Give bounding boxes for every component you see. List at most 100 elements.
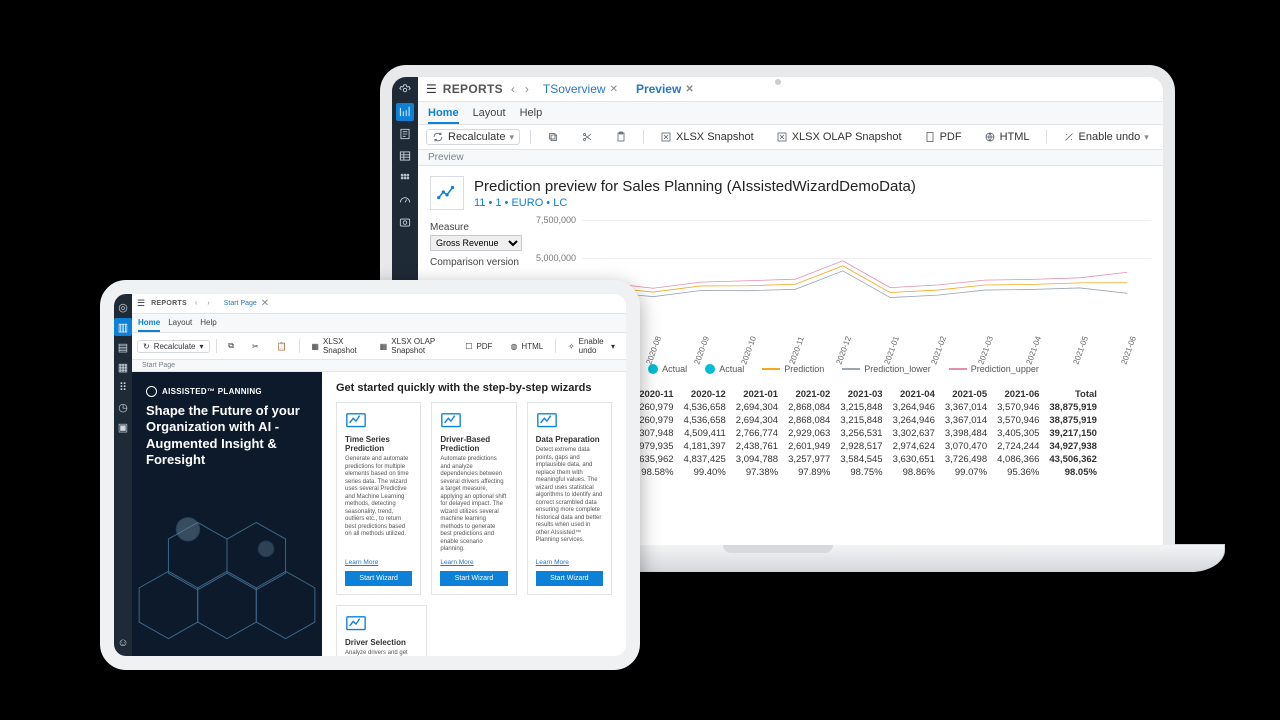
card-icon — [345, 411, 367, 429]
nav-next[interactable]: › — [205, 300, 211, 307]
close-icon[interactable]: ✕ — [261, 298, 269, 309]
data-table: 2020-102020-112020-122021-012021-022021-… — [574, 388, 1102, 479]
enable-undo-button[interactable]: Enable undo ▾ — [1057, 129, 1155, 145]
learn-more-link[interactable]: Learn More — [440, 559, 507, 566]
hero-panel: AISSISTED™ PLANNING Shape the Future of … — [132, 372, 322, 656]
menu-icon[interactable]: ☰ — [426, 82, 437, 96]
rail-icon-chart[interactable]: ▥ — [114, 318, 132, 336]
card-icon — [440, 411, 462, 429]
wizard-card: Data PreparationDetect extreme data poin… — [527, 402, 612, 595]
html-button[interactable]: ◍ HTML — [504, 340, 549, 353]
toolbar: ↻ Recalculate ▾ ⧉ ✂ 📋 ▦ XLSX Snapshot ▦ … — [132, 333, 626, 360]
enable-undo-button[interactable]: ✧ Enable undo ▾ — [562, 335, 621, 357]
hero-art — [132, 500, 322, 656]
xlsx-olap-button[interactable]: XLSX OLAP Snapshot — [770, 129, 908, 145]
measure-select[interactable]: Gross Revenue — [430, 235, 522, 251]
nav-next[interactable]: › — [523, 82, 531, 96]
menu-icon[interactable]: ☰ — [137, 298, 145, 309]
xlsx-icon — [660, 131, 672, 143]
table-row: 3,214,4923,307,9484,509,4112,766,7742,92… — [574, 427, 1102, 440]
cut-button[interactable] — [575, 129, 599, 145]
card-icon — [536, 411, 558, 429]
nav-prev[interactable]: ‹ — [193, 300, 199, 307]
sidebar-rail: ◎ ▥ ▤ ▦ ⠿ ◷ ▣ ☺ — [114, 294, 132, 656]
wand-icon — [1063, 131, 1075, 143]
nav-prev[interactable]: ‹ — [509, 82, 517, 96]
menu-help[interactable]: Help — [520, 104, 543, 124]
xlsx-snapshot-button[interactable]: ▦ XLSX Snapshot — [305, 335, 367, 357]
chart-line-icon — [430, 176, 464, 210]
rail-icon-chart[interactable] — [396, 103, 414, 121]
brand: AISSISTED™ PLANNING — [146, 386, 308, 397]
hero-headline: Shape the Future of your Organization wi… — [146, 403, 308, 468]
learn-more-link[interactable]: Learn More — [536, 559, 603, 566]
col-header: 2020-12 — [679, 388, 731, 401]
col-header: 2021-04 — [888, 388, 940, 401]
learn-more-link[interactable]: Learn More — [345, 559, 412, 566]
y-tick: 5,000,000 — [536, 253, 576, 263]
paste-button[interactable]: 📋 — [271, 340, 293, 353]
close-icon[interactable]: ✕ — [685, 84, 693, 95]
rail-icon-table[interactable]: ▦ — [114, 358, 132, 376]
titlebar: ☰ REPORTS ‹ › TSoverview✕ Preview✕ — [418, 77, 1163, 102]
pdf-icon — [924, 131, 936, 143]
recalculate-button[interactable]: ↻ Recalculate ▾ — [137, 340, 210, 353]
card-desc: Generate and automate predictions for mu… — [345, 456, 412, 554]
copy-button[interactable]: ⧉ — [222, 339, 240, 353]
xlsx-snapshot-button[interactable]: XLSX Snapshot — [654, 129, 760, 145]
toolbar: Recalculate ▾ XLSX Snapshot XLSX OLAP Sn… — [418, 125, 1163, 150]
menu-layout[interactable]: Layout — [473, 104, 506, 124]
recalculate-button[interactable]: Recalculate ▾ — [426, 129, 520, 145]
legend-item: Actual — [648, 364, 687, 374]
rail-icon-gauge[interactable]: ◷ — [114, 398, 132, 416]
col-header: 2021-03 — [835, 388, 887, 401]
col-header: 2021-06 — [992, 388, 1044, 401]
rail-icon-table[interactable] — [396, 147, 414, 165]
rail-icon-user[interactable]: ☺ — [114, 634, 132, 652]
rail-icon-settings[interactable]: ◎ — [114, 298, 132, 316]
cut-button[interactable]: ✂ — [246, 340, 265, 353]
brand-logo-icon — [146, 386, 157, 397]
tab-preview[interactable]: Preview✕ — [630, 80, 700, 98]
y-tick: 7,500,000 — [536, 215, 576, 225]
tab-tsoverview[interactable]: TSoverview✕ — [537, 80, 624, 98]
table-row: 98.36%98.58%99.40%97.38%97.89%98.75%98.8… — [574, 466, 1102, 479]
table-row: 2,886,4782,979,9354,181,3972,438,7612,60… — [574, 440, 1102, 453]
table-row: 3,542,5063,635,9624,837,4253,094,7883,25… — [574, 453, 1102, 466]
card-title: Time Series Prediction — [345, 435, 412, 453]
wizard-card: Driver-Based PredictionAutomate predicti… — [431, 402, 516, 595]
pdf-button[interactable]: PDF — [918, 129, 968, 145]
menu-help[interactable]: Help — [200, 315, 216, 332]
globe-icon — [984, 131, 996, 143]
menu-layout[interactable]: Layout — [168, 315, 192, 332]
copy-icon — [547, 131, 559, 143]
close-icon[interactable]: ✕ — [610, 84, 618, 95]
comparison-label: Comparison version — [430, 257, 522, 268]
menu-home[interactable]: Home — [138, 315, 160, 332]
col-header: 2021-05 — [940, 388, 992, 401]
rail-icon-grid[interactable] — [396, 169, 414, 187]
rail-icon-camera[interactable] — [396, 213, 414, 231]
menubar: Home Layout Help — [132, 314, 626, 333]
xlsx-olap-button[interactable]: ▦ XLSX OLAP Snapshot — [374, 335, 454, 357]
copy-button[interactable] — [541, 129, 565, 145]
paste-button[interactable] — [609, 129, 633, 145]
rail-icon-report[interactable]: ▤ — [114, 338, 132, 356]
pdf-button[interactable]: ☐ PDF — [459, 340, 498, 353]
rail-icon-gauge[interactable] — [396, 191, 414, 209]
start-wizard-button[interactable]: Start Wizard — [345, 571, 412, 586]
rail-icon-camera[interactable]: ▣ — [114, 418, 132, 436]
menu-home[interactable]: Home — [428, 104, 459, 124]
tab-startpage[interactable]: Start Page✕ — [218, 296, 275, 311]
rail-icon-settings[interactable] — [396, 81, 414, 99]
start-wizard-button[interactable]: Start Wizard — [536, 571, 603, 586]
breadcrumb: REPORTS — [151, 300, 187, 307]
html-button[interactable]: HTML — [978, 129, 1036, 145]
rail-icon-report[interactable] — [396, 125, 414, 143]
rail-icon-grid[interactable]: ⠿ — [114, 378, 132, 396]
xlsx-icon — [776, 131, 788, 143]
col-header: 2021-02 — [783, 388, 835, 401]
start-wizard-button[interactable]: Start Wizard — [440, 571, 507, 586]
report-header: Prediction preview for Sales Planning (A… — [418, 166, 1163, 220]
breadcrumb: REPORTS — [443, 82, 503, 96]
